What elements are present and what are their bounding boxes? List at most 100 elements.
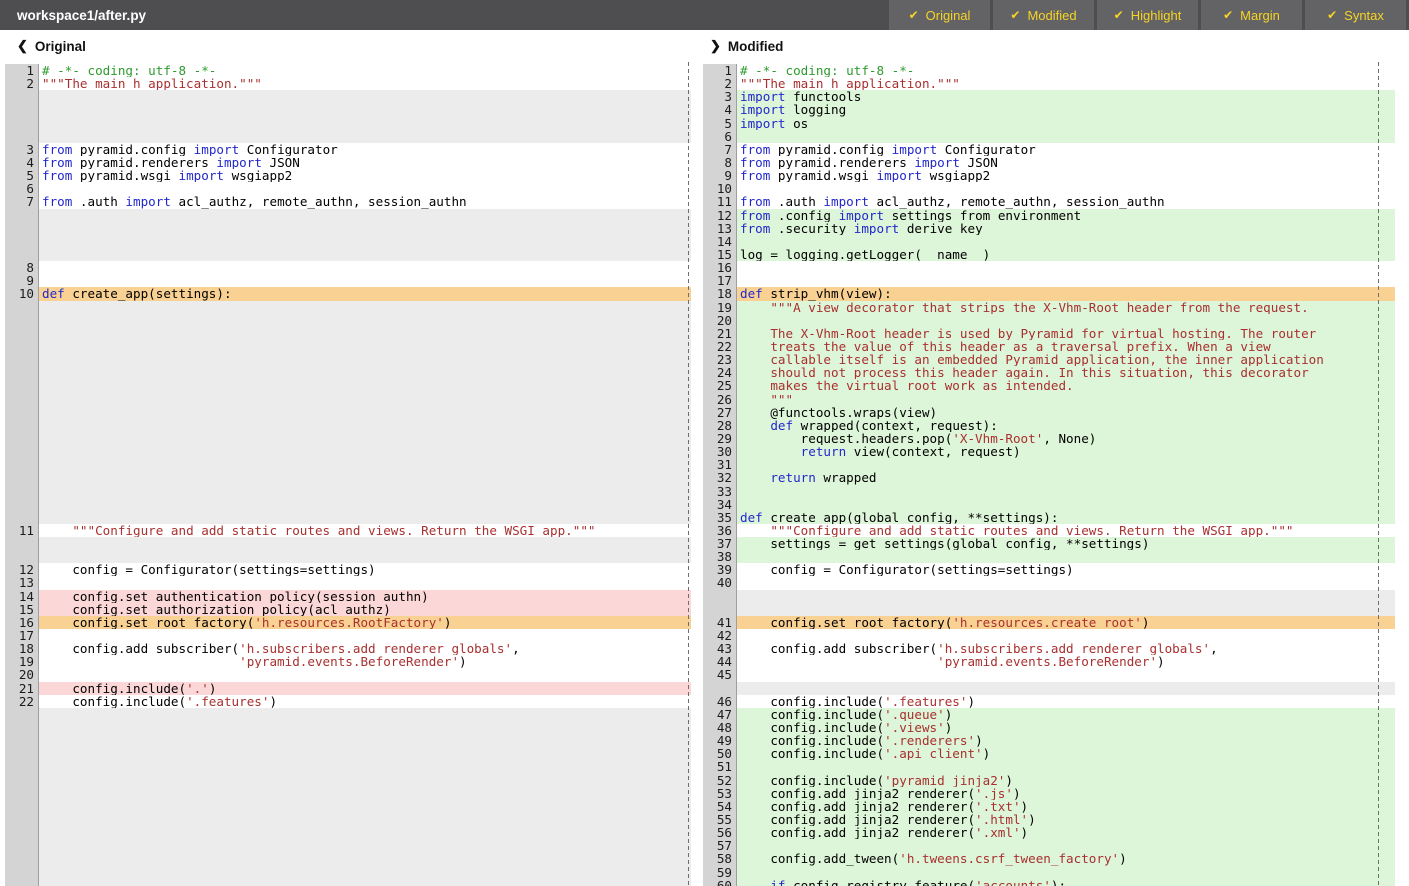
filler-line[interactable] — [39, 340, 691, 353]
diff-row[interactable]: 17 — [701, 274, 1395, 287]
diff-row[interactable] — [0, 117, 691, 130]
filler-line[interactable] — [39, 353, 691, 366]
diff-row[interactable]: 12 config = Configurator(settings=settin… — [0, 563, 691, 576]
code-line[interactable]: treats the value of this header as a tra… — [737, 340, 1395, 353]
diff-row[interactable]: 55 config.add_jinja2_renderer('.html') — [701, 813, 1395, 826]
filler-line[interactable] — [39, 760, 691, 773]
diff-row[interactable] — [0, 327, 691, 340]
diff-row[interactable]: 14 — [701, 235, 1395, 248]
code-line[interactable]: """The main h application.""" — [39, 77, 691, 90]
diff-row[interactable]: 36 """Configure and add static routes an… — [701, 524, 1395, 537]
toggle-button-original[interactable]: ✔Original — [889, 0, 990, 30]
diff-row[interactable] — [0, 379, 691, 392]
diff-row[interactable]: 42 — [701, 629, 1395, 642]
code-line[interactable]: config.include('.queue') — [737, 708, 1395, 721]
diff-row[interactable]: 33 — [701, 485, 1395, 498]
code-line[interactable] — [39, 668, 691, 681]
code-line[interactable]: if config.registry.feature('accounts'): — [737, 879, 1395, 886]
diff-row[interactable]: 47 config.include('.queue') — [701, 708, 1395, 721]
code-line[interactable]: def wrapped(context, request): — [737, 419, 1395, 432]
diff-row[interactable]: 58 config.add_tween('h.tweens.csrf_tween… — [701, 852, 1395, 865]
filler-line[interactable] — [39, 314, 691, 327]
diff-row[interactable]: 29 request.headers.pop('X-Vhm-Root', Non… — [701, 432, 1395, 445]
filler-line[interactable] — [39, 774, 691, 787]
diff-row[interactable] — [0, 550, 691, 563]
diff-row[interactable] — [0, 419, 691, 432]
code-line[interactable]: config.include('.renderers') — [737, 734, 1395, 747]
filler-line[interactable] — [39, 839, 691, 852]
original-pane[interactable]: 1# -*- coding: utf-8 -*-2"""The main h a… — [0, 62, 691, 886]
filler-line[interactable] — [39, 813, 691, 826]
diff-row[interactable]: 39 config = Configurator(settings=settin… — [701, 563, 1395, 576]
diff-row[interactable] — [0, 222, 691, 235]
diff-row[interactable]: 10 — [701, 182, 1395, 195]
toggle-button-syntax[interactable]: ✔Syntax — [1305, 0, 1406, 30]
filler-line[interactable] — [39, 866, 691, 879]
diff-row[interactable]: 57 — [701, 839, 1395, 852]
code-line[interactable]: from .auth import acl_authz, remote_auth… — [39, 195, 691, 208]
code-line[interactable] — [39, 629, 691, 642]
filler-line[interactable] — [39, 734, 691, 747]
code-line[interactable]: from pyramid.wsgi import wsgiapp2 — [737, 169, 1395, 182]
diff-row[interactable]: 60 if config.registry.feature('accounts'… — [701, 879, 1395, 886]
diff-row[interactable]: 34 — [701, 498, 1395, 511]
diff-row[interactable] — [0, 537, 691, 550]
code-line[interactable]: from .security import derive_key — [737, 222, 1395, 235]
code-line[interactable] — [737, 839, 1395, 852]
diff-row[interactable]: 4from pyramid.renderers import JSON — [0, 156, 691, 169]
filler-line[interactable] — [39, 800, 691, 813]
toggle-button-highlight[interactable]: ✔Highlight — [1097, 0, 1198, 30]
filler-line[interactable] — [39, 393, 691, 406]
diff-row[interactable]: 6 — [701, 130, 1395, 143]
diff-row[interactable] — [0, 366, 691, 379]
diff-row[interactable]: 32 return wrapped — [701, 471, 1395, 484]
code-line[interactable]: import functools — [737, 90, 1395, 103]
code-line[interactable]: log = logging.getLogger(__name__) — [737, 248, 1395, 261]
diff-row[interactable]: 37 settings = get_settings(global_config… — [701, 537, 1395, 550]
modified-pane[interactable]: 1# -*- coding: utf-8 -*-2"""The main h a… — [701, 62, 1395, 886]
code-line[interactable]: """The main h application.""" — [737, 77, 1395, 90]
diff-row[interactable] — [0, 721, 691, 734]
diff-row[interactable]: 21 config.include('.') — [0, 682, 691, 695]
code-line[interactable]: config.add_jinja2_renderer('.html') — [737, 813, 1395, 826]
code-line[interactable] — [737, 760, 1395, 773]
code-line[interactable]: The X-Vhm-Root header is used by Pyramid… — [737, 327, 1395, 340]
code-line[interactable] — [737, 274, 1395, 287]
diff-row[interactable]: 3import functools — [701, 90, 1395, 103]
filler-line[interactable] — [39, 721, 691, 734]
diff-row[interactable] — [0, 445, 691, 458]
diff-row[interactable]: 8 — [0, 261, 691, 274]
diff-row[interactable] — [0, 485, 691, 498]
diff-row[interactable]: 24 should not process this header again.… — [701, 366, 1395, 379]
filler-line[interactable] — [39, 301, 691, 314]
diff-row[interactable]: 44 'pyramid.events.BeforeRender') — [701, 655, 1395, 668]
code-line[interactable]: config.add_subscriber('h.subscribers.add… — [737, 642, 1395, 655]
filler-line[interactable] — [737, 590, 1395, 603]
filler-line[interactable] — [39, 879, 691, 886]
diff-row[interactable] — [0, 209, 691, 222]
code-line[interactable]: from pyramid.renderers import JSON — [39, 156, 691, 169]
code-line[interactable]: config.set_root_factory('h.resources.Roo… — [39, 616, 691, 629]
filler-line[interactable] — [39, 852, 691, 865]
diff-row[interactable] — [0, 800, 691, 813]
diff-row[interactable]: 28 def wrapped(context, request): — [701, 419, 1395, 432]
diff-row[interactable] — [0, 235, 691, 248]
diff-row[interactable]: 25 makes the virtual root work as intend… — [701, 379, 1395, 392]
filler-line[interactable] — [737, 603, 1395, 616]
diff-row[interactable] — [0, 774, 691, 787]
filler-line[interactable] — [39, 130, 691, 143]
diff-row[interactable]: 13from .security import derive_key — [701, 222, 1395, 235]
diff-row[interactable]: 5from pyramid.wsgi import wsgiapp2 — [0, 169, 691, 182]
filler-line[interactable] — [39, 406, 691, 419]
filler-line[interactable] — [39, 537, 691, 550]
diff-row[interactable]: 7from .auth import acl_authz, remote_aut… — [0, 195, 691, 208]
diff-row[interactable] — [0, 90, 691, 103]
code-line[interactable]: config.add_jinja2_renderer('.xml') — [737, 826, 1395, 839]
diff-row[interactable] — [0, 393, 691, 406]
filler-line[interactable] — [39, 222, 691, 235]
diff-row[interactable]: 50 config.include('.api_client') — [701, 747, 1395, 760]
diff-row[interactable]: 11from .auth import acl_authz, remote_au… — [701, 195, 1395, 208]
diff-row[interactable]: 48 config.include('.views') — [701, 721, 1395, 734]
toggle-button-margin[interactable]: ✔Margin — [1201, 0, 1302, 30]
diff-row[interactable]: 5import os — [701, 117, 1395, 130]
